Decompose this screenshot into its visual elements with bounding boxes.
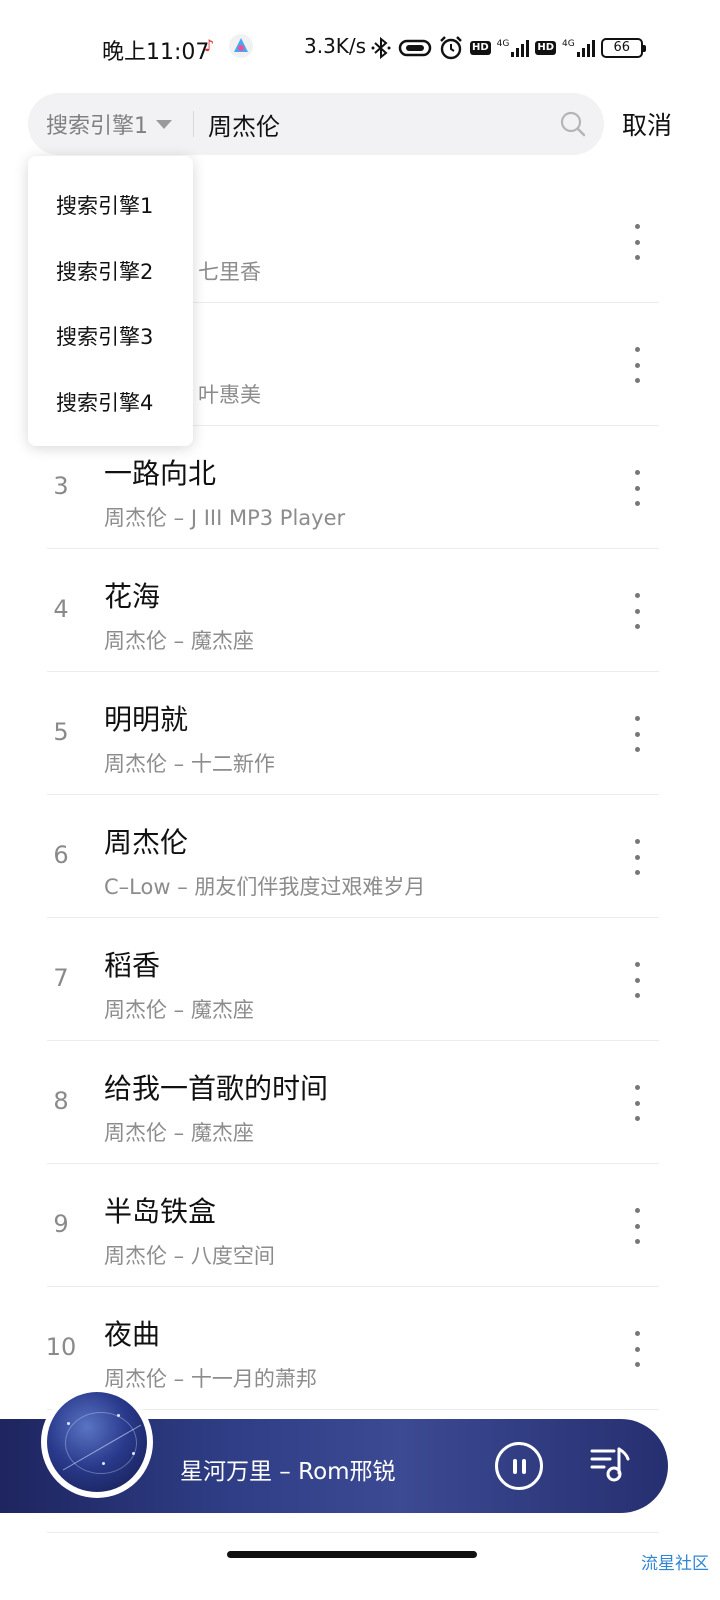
search-box: 搜索引擎1 bbox=[28, 93, 604, 155]
network-type-1: 4G bbox=[496, 39, 510, 49]
dropdown-option-engine-4[interactable]: 搜索引擎4 bbox=[56, 387, 153, 417]
song-row[interactable]: 9 半岛铁盒 周杰伦 – 八度空间 bbox=[0, 1164, 720, 1287]
dropdown-option-engine-1[interactable]: 搜索引擎1 bbox=[56, 190, 153, 220]
song-row[interactable]: 4 花海 周杰伦 – 魔杰座 bbox=[0, 549, 720, 672]
status-bar: 晚上11:07 ♪ 3.3K/s HD 4G HD 4G 66 bbox=[0, 0, 720, 92]
battery-icon: 66 bbox=[600, 38, 646, 58]
song-title: 明明就 bbox=[104, 703, 189, 736]
album-star-dot bbox=[102, 1462, 105, 1465]
song-title: 一路向北 bbox=[104, 457, 217, 490]
alarm-icon bbox=[440, 36, 462, 60]
more-options-icon[interactable] bbox=[626, 1208, 648, 1244]
song-row[interactable]: 6 周杰伦 C–Low – 朋友们伴我度过艰难岁月 bbox=[0, 795, 720, 918]
song-index: 6 bbox=[53, 841, 69, 869]
watermark: 流星社区 bbox=[641, 1554, 709, 1574]
song-subtitle: C–Low – 朋友们伴我度过艰难岁月 bbox=[104, 875, 426, 899]
album-cover-image bbox=[47, 1392, 147, 1492]
song-index: 9 bbox=[53, 1210, 69, 1238]
song-subtitle: 周杰伦 – 魔杰座 bbox=[104, 629, 254, 653]
search-divider bbox=[193, 111, 194, 137]
more-options-icon[interactable] bbox=[626, 470, 648, 506]
song-index: 5 bbox=[53, 718, 69, 746]
signal-bars-icon bbox=[511, 39, 530, 57]
status-time: 晚上11:07 bbox=[102, 40, 210, 65]
engine-selector-label: 搜索引擎1 bbox=[46, 114, 148, 139]
album-art[interactable] bbox=[41, 1386, 153, 1498]
more-options-icon[interactable] bbox=[626, 839, 648, 875]
song-index: 3 bbox=[53, 472, 69, 500]
song-subtitle: 周杰伦 – 十一月的萧邦 bbox=[104, 1367, 317, 1391]
song-subtitle: 周杰伦 – 十二新作 bbox=[104, 752, 275, 776]
app-notification-icon bbox=[229, 34, 253, 58]
album-star-dot bbox=[132, 1452, 135, 1455]
search-icon[interactable] bbox=[559, 110, 587, 138]
network-speed: 3.3K/s bbox=[304, 34, 367, 58]
song-subtitle: 周杰伦 – J III MP3 Player bbox=[104, 506, 346, 530]
more-options-icon[interactable] bbox=[626, 593, 648, 629]
signal-bars-icon-2 bbox=[576, 39, 595, 57]
engine-dropdown: 搜索引擎1 搜索引擎2 搜索引擎3 搜索引擎4 bbox=[28, 156, 193, 446]
status-icons: HD 4G HD 4G 66 bbox=[370, 33, 646, 63]
cancel-button[interactable]: 取消 bbox=[622, 106, 672, 142]
more-options-icon[interactable] bbox=[626, 716, 648, 752]
song-title: 半岛铁盒 bbox=[104, 1195, 217, 1228]
now-playing-track: 星河万里 – Rom邢锐 bbox=[180, 1459, 396, 1485]
music-note-icon: ♪ bbox=[204, 36, 215, 55]
song-subtitle: 叶惠美 bbox=[198, 383, 261, 407]
album-star-dot bbox=[67, 1422, 70, 1425]
song-index: 10 bbox=[45, 1333, 77, 1361]
song-title: 夜曲 bbox=[104, 1318, 161, 1351]
song-subtitle: 周杰伦 – 八度空间 bbox=[104, 1244, 275, 1268]
song-row[interactable]: 5 明明就 周杰伦 – 十二新作 bbox=[0, 672, 720, 795]
song-subtitle: 七里香 bbox=[198, 260, 261, 284]
more-options-icon[interactable] bbox=[626, 1085, 648, 1121]
more-options-icon[interactable] bbox=[626, 962, 648, 998]
song-subtitle: 周杰伦 – 魔杰座 bbox=[104, 998, 254, 1022]
signal-1: 4G bbox=[497, 39, 530, 57]
signal-2: 4G bbox=[562, 39, 595, 57]
network-type-2: 4G bbox=[562, 39, 575, 49]
song-title: 花海 bbox=[104, 580, 161, 613]
home-indicator[interactable] bbox=[227, 1551, 477, 1558]
hd-icon-2: HD bbox=[535, 41, 557, 55]
more-options-icon[interactable] bbox=[626, 347, 648, 383]
song-title: 稻香 bbox=[104, 949, 161, 982]
song-title: 给我一首歌的时间 bbox=[104, 1072, 329, 1105]
song-index: 8 bbox=[53, 1087, 69, 1115]
caret-down-icon bbox=[156, 119, 172, 129]
dropdown-option-engine-3[interactable]: 搜索引擎3 bbox=[56, 321, 153, 351]
album-star-dot bbox=[117, 1414, 120, 1417]
engine-selector[interactable]: 搜索引擎1 bbox=[46, 93, 172, 155]
song-row[interactable]: 8 给我一首歌的时间 周杰伦 – 魔杰座 bbox=[0, 1041, 720, 1164]
dropdown-option-engine-2[interactable]: 搜索引擎2 bbox=[56, 256, 153, 286]
song-index: 7 bbox=[53, 964, 69, 992]
bluetooth-icon bbox=[371, 36, 391, 60]
song-row[interactable]: 7 稻香 周杰伦 – 魔杰座 bbox=[0, 918, 720, 1041]
song-subtitle: 周杰伦 – 魔杰座 bbox=[104, 1121, 254, 1145]
song-title: 周杰伦 bbox=[104, 826, 189, 859]
pause-button[interactable] bbox=[495, 1442, 543, 1490]
search-input[interactable] bbox=[208, 93, 548, 155]
list-end-divider bbox=[47, 1532, 659, 1533]
vibrate-icon bbox=[398, 39, 432, 57]
song-index: 4 bbox=[53, 595, 69, 623]
playlist-icon[interactable] bbox=[588, 1441, 634, 1487]
more-options-icon[interactable] bbox=[626, 1331, 648, 1367]
more-options-icon[interactable] bbox=[626, 224, 648, 260]
hd-icon: HD bbox=[470, 41, 491, 55]
